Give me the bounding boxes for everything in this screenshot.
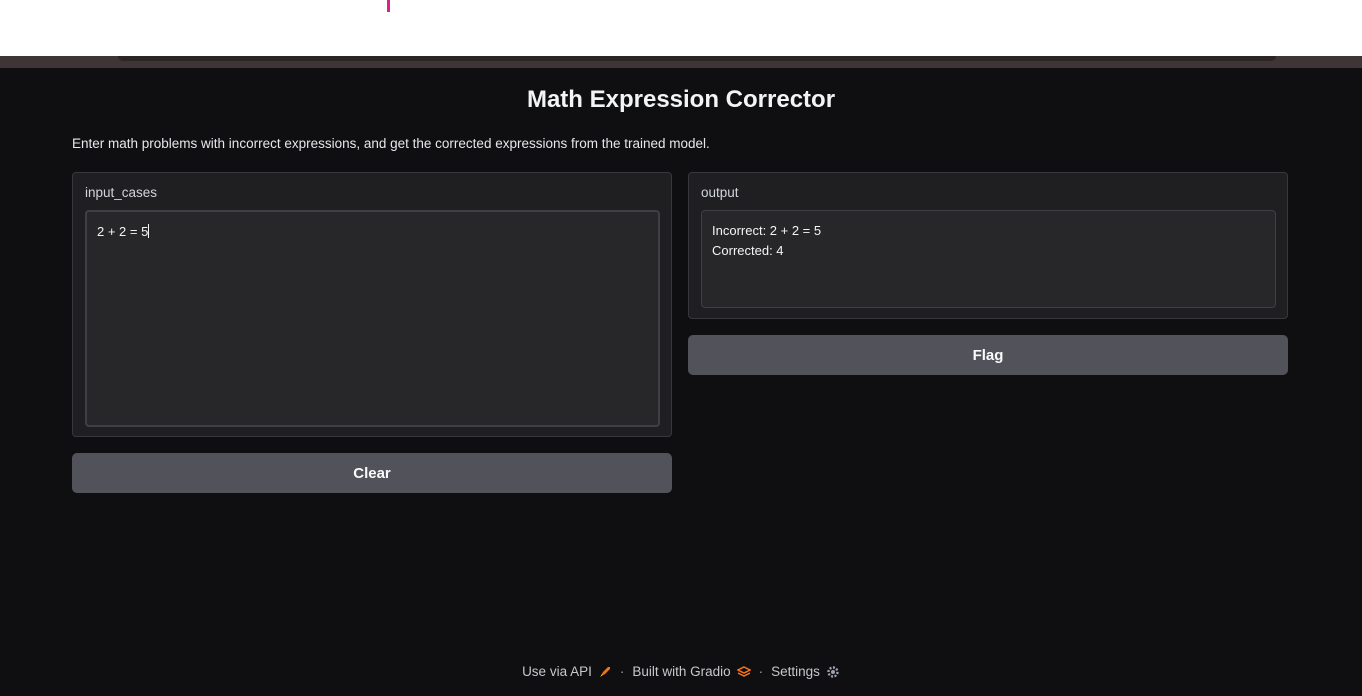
header-pill [118, 56, 1276, 61]
browser-top-area [0, 0, 1362, 56]
page-title: Math Expression Corrector [526, 86, 836, 113]
use-api-label: Use via API [522, 664, 592, 679]
gradio-logo-icon [736, 665, 751, 677]
settings-label: Settings [771, 664, 820, 679]
text-caret [148, 224, 150, 238]
text-cursor-mark [387, 0, 390, 12]
clear-button[interactable]: Clear [72, 453, 672, 493]
rocket-icon [599, 666, 610, 677]
input-textarea[interactable]: 2 + 2 = 5 [85, 210, 660, 427]
header-strip [0, 56, 1362, 68]
page-description: Enter math problems with incorrect expre… [72, 136, 710, 151]
footer-separator: · [619, 664, 625, 679]
built-with-gradio-link[interactable]: Built with Gradio [632, 664, 751, 679]
input-label: input_cases [85, 185, 158, 200]
output-line-incorrect: Incorrect: 2 + 2 = 5 [712, 223, 822, 238]
built-with-label: Built with Gradio [632, 664, 731, 679]
output-textbox[interactable]: Incorrect: 2 + 2 = 5 Corrected: 4 [701, 210, 1276, 308]
input-value: 2 + 2 = 5 [97, 224, 149, 239]
flag-button[interactable]: Flag [688, 335, 1288, 375]
output-line-corrected: Corrected: 4 [712, 243, 784, 258]
footer: Use via API · Built with Gradio · Settin… [0, 664, 1362, 679]
output-panel: output Incorrect: 2 + 2 = 5 Corrected: 4 [688, 172, 1288, 319]
use-api-link[interactable]: Use via API [522, 664, 612, 679]
gear-icon [827, 665, 839, 678]
input-panel: input_cases 2 + 2 = 5 [72, 172, 672, 437]
output-label: output [701, 185, 739, 200]
settings-link[interactable]: Settings [771, 664, 840, 679]
footer-separator: · [758, 664, 764, 679]
